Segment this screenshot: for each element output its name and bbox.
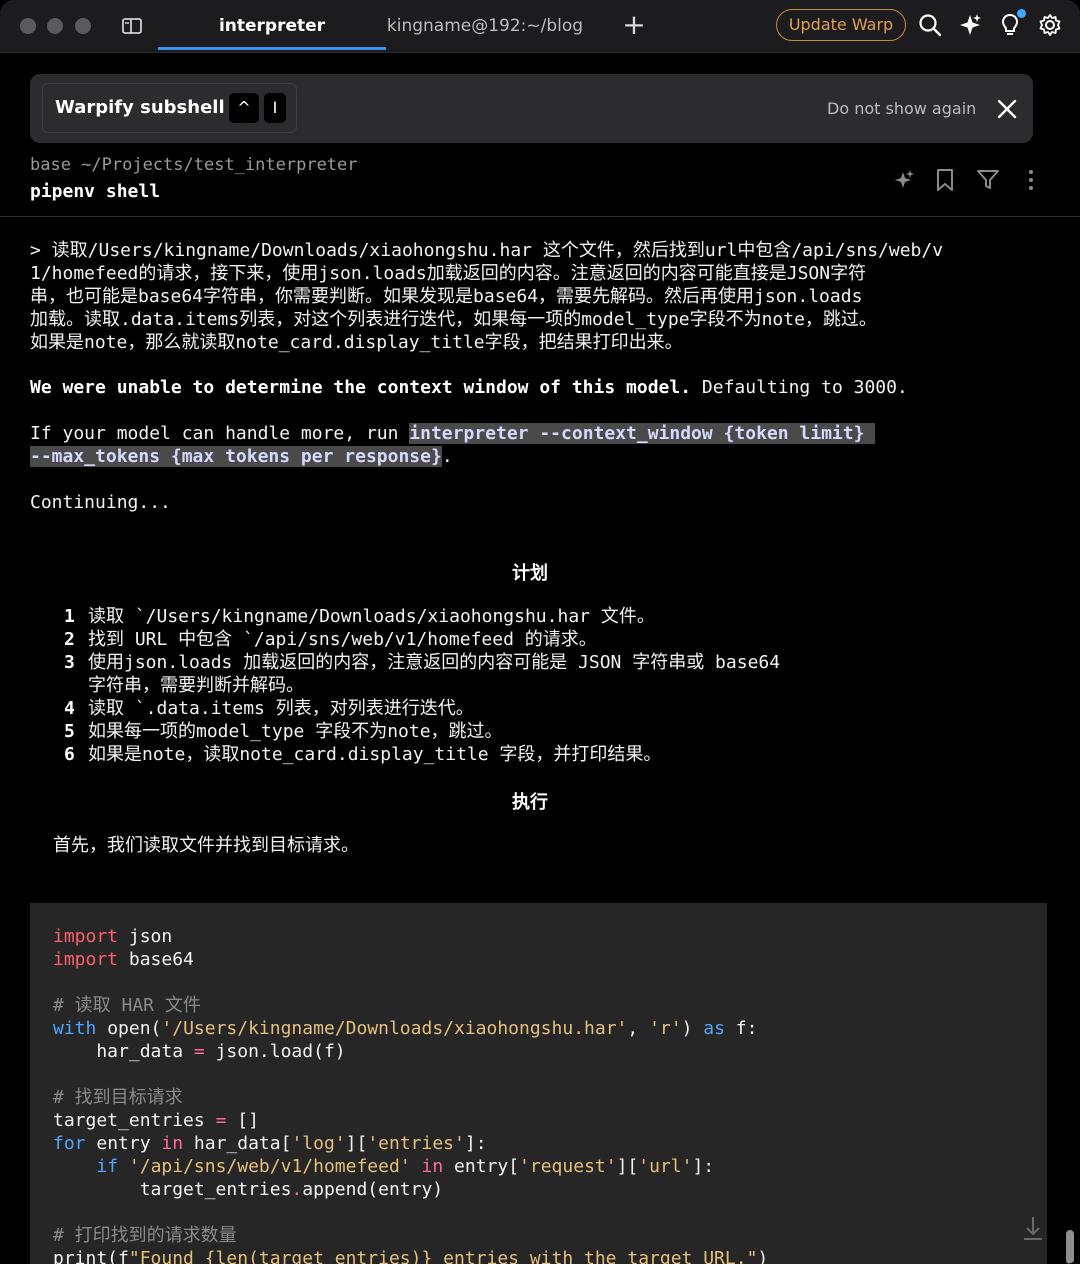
plan-item: 4 读取 `.data.items 列表，对列表进行迭代。 [64,697,474,720]
minimize-window-button[interactable] [47,18,63,34]
plan-item-continuation: 字符串，需要判断并解码。 [64,674,304,697]
prompt-line: > 读取/Users/kingname/Downloads/xiaohongsh… [30,240,944,261]
warpify-subshell-button[interactable]: Warpify subshell ^ I [42,83,297,133]
more-options-icon[interactable] [1018,167,1044,193]
prompt-line: 串，也可能是base64字符串，你需要判断。如果发现是base64，需要先解码。… [30,286,863,307]
sparkles-icon[interactable] [957,12,983,38]
context-warning: We were unable to determine the context … [30,376,908,399]
code-line: if '/api/sns/web/v1/homefeed' in entry['… [96,1156,715,1177]
close-window-button[interactable] [20,18,36,34]
terminal-window: interpreter kingname@192:~/blog + Update… [0,0,1080,1264]
prompt-line: 加载。读取.data.items列表，对这个列表进行迭代，如果每一项的model… [30,309,877,330]
plan-item: 6 如果是note，读取note_card.display_title 字段，并打… [64,743,661,766]
plan-item: 1 读取 `/Users/kingname/Downloads/xiaohongs… [64,605,655,628]
title-bar: interpreter kingname@192:~/blog + Update… [0,0,1080,53]
prompt-line: 如果是note，那么就读取note_card.display_title字段，把… [30,332,683,353]
plan-item: 3 使用json.loads 加载返回的内容，注意返回的内容可能是 JSON 字符… [64,651,780,674]
plan-item: 2 找到 URL 中包含 `/api/sns/web/v1/homefeed 的请… [64,628,597,651]
close-icon[interactable] [992,94,1022,124]
code-comment: # 找到目标请求 [53,1087,183,1108]
new-tab-icon[interactable]: + [620,9,648,41]
filter-icon[interactable] [975,167,1001,193]
bookmark-icon[interactable] [932,167,958,193]
code-line: target_entries.append(entry) [53,1179,444,1200]
search-icon[interactable] [917,12,943,38]
code-line: with open('/Users/kingname/Downloads/xia… [53,1018,758,1039]
code-line: har_data = json.load(f) [53,1041,346,1062]
warning-rest-text: Defaulting to 3000. [691,377,908,398]
hint-suffix: . [441,446,453,467]
tab-list-icon[interactable] [120,14,144,38]
continuing-text: Continuing... [30,492,171,513]
scrollbar[interactable] [1066,1230,1074,1264]
ai-sparkle-icon[interactable] [891,167,917,193]
plan-heading: 计划 [512,563,548,584]
do-not-show-again-link[interactable]: Do not show again [827,74,976,143]
plan-item-number: 6 [64,744,75,765]
command-text: pipenv shell [30,181,161,202]
working-directory: base ~/Projects/test_interpreter [30,155,358,175]
update-warp-button[interactable]: Update Warp [776,9,906,41]
plan-item-text: 字符串，需要判断并解码。 [88,675,304,696]
code-comment: # 读取 HAR 文件 [53,995,201,1016]
tab-blog[interactable]: kingname@192:~/blog [386,0,584,50]
ctrl-key-badge: ^ [229,93,259,123]
plan-item-number: 3 [64,652,75,673]
hint-line: --max_tokens {max tokens per response}. [30,445,453,468]
code-line: target_entries = [] [53,1110,259,1131]
hint-prefix: If your model can handle more, run [30,423,410,444]
prompt-line: 1/homefeed的请求，接下来，使用json.loads加载返回的内容。注意… [30,263,867,284]
code-block: import json import base64 # 读取 HAR 文件 wi… [30,903,1047,1264]
code-line: print(f"Found {len(target_entries)} entr… [53,1248,769,1264]
code-comment: # 打印找到的请求数量 [53,1225,237,1246]
code-line: for entry in har_data['log']['entries']: [53,1133,487,1154]
execute-intro: 首先，我们读取文件并找到目标请求。 [53,835,359,856]
warpify-banner: Warpify subshell ^ I Do not show again [30,74,1033,143]
gear-icon[interactable] [1037,12,1063,38]
plan-item-text: 读取 `.data.items 列表，对列表进行迭代。 [88,698,474,719]
hint-command[interactable]: --max_tokens {max tokens per response} [30,446,442,467]
plan-item-number: 4 [64,698,75,719]
zoom-window-button[interactable] [75,18,91,34]
plan-item-text: 使用json.loads 加载返回的内容，注意返回的内容可能是 JSON 字符串… [88,652,781,673]
plan-item-number: 5 [64,721,75,742]
tab-interpreter[interactable]: interpreter [158,0,386,50]
notification-dot [1017,9,1026,18]
code-line: import json [53,926,173,947]
code-line: import base64 [53,949,194,970]
hint-line: If your model can handle more, run inter… [30,422,876,445]
plan-item-number: 1 [64,606,75,627]
plan-item-text: 找到 URL 中包含 `/api/sns/web/v1/homefeed 的请求… [88,629,597,650]
warpify-label: Warpify subshell [55,97,225,118]
plan-item: 5 如果每一项的model_type 字段不为note，跳过。 [64,720,503,743]
execute-heading: 执行 [512,792,548,813]
plan-item-number: 2 [64,629,75,650]
plan-item-text: 如果每一项的model_type 字段不为note，跳过。 [88,721,503,742]
i-key-badge: I [264,93,286,123]
scroll-to-bottom-icon[interactable] [1020,1214,1046,1244]
block-divider [0,216,1080,217]
plan-item-text: 读取 `/Users/kingname/Downloads/xiaohongsh… [88,606,655,627]
warning-bold-text: We were unable to determine the context … [30,377,692,398]
plan-item-text: 如果是note，读取note_card.display_title 字段，并打印… [88,744,662,765]
hint-command[interactable]: interpreter --context_window {token limi… [409,423,876,444]
